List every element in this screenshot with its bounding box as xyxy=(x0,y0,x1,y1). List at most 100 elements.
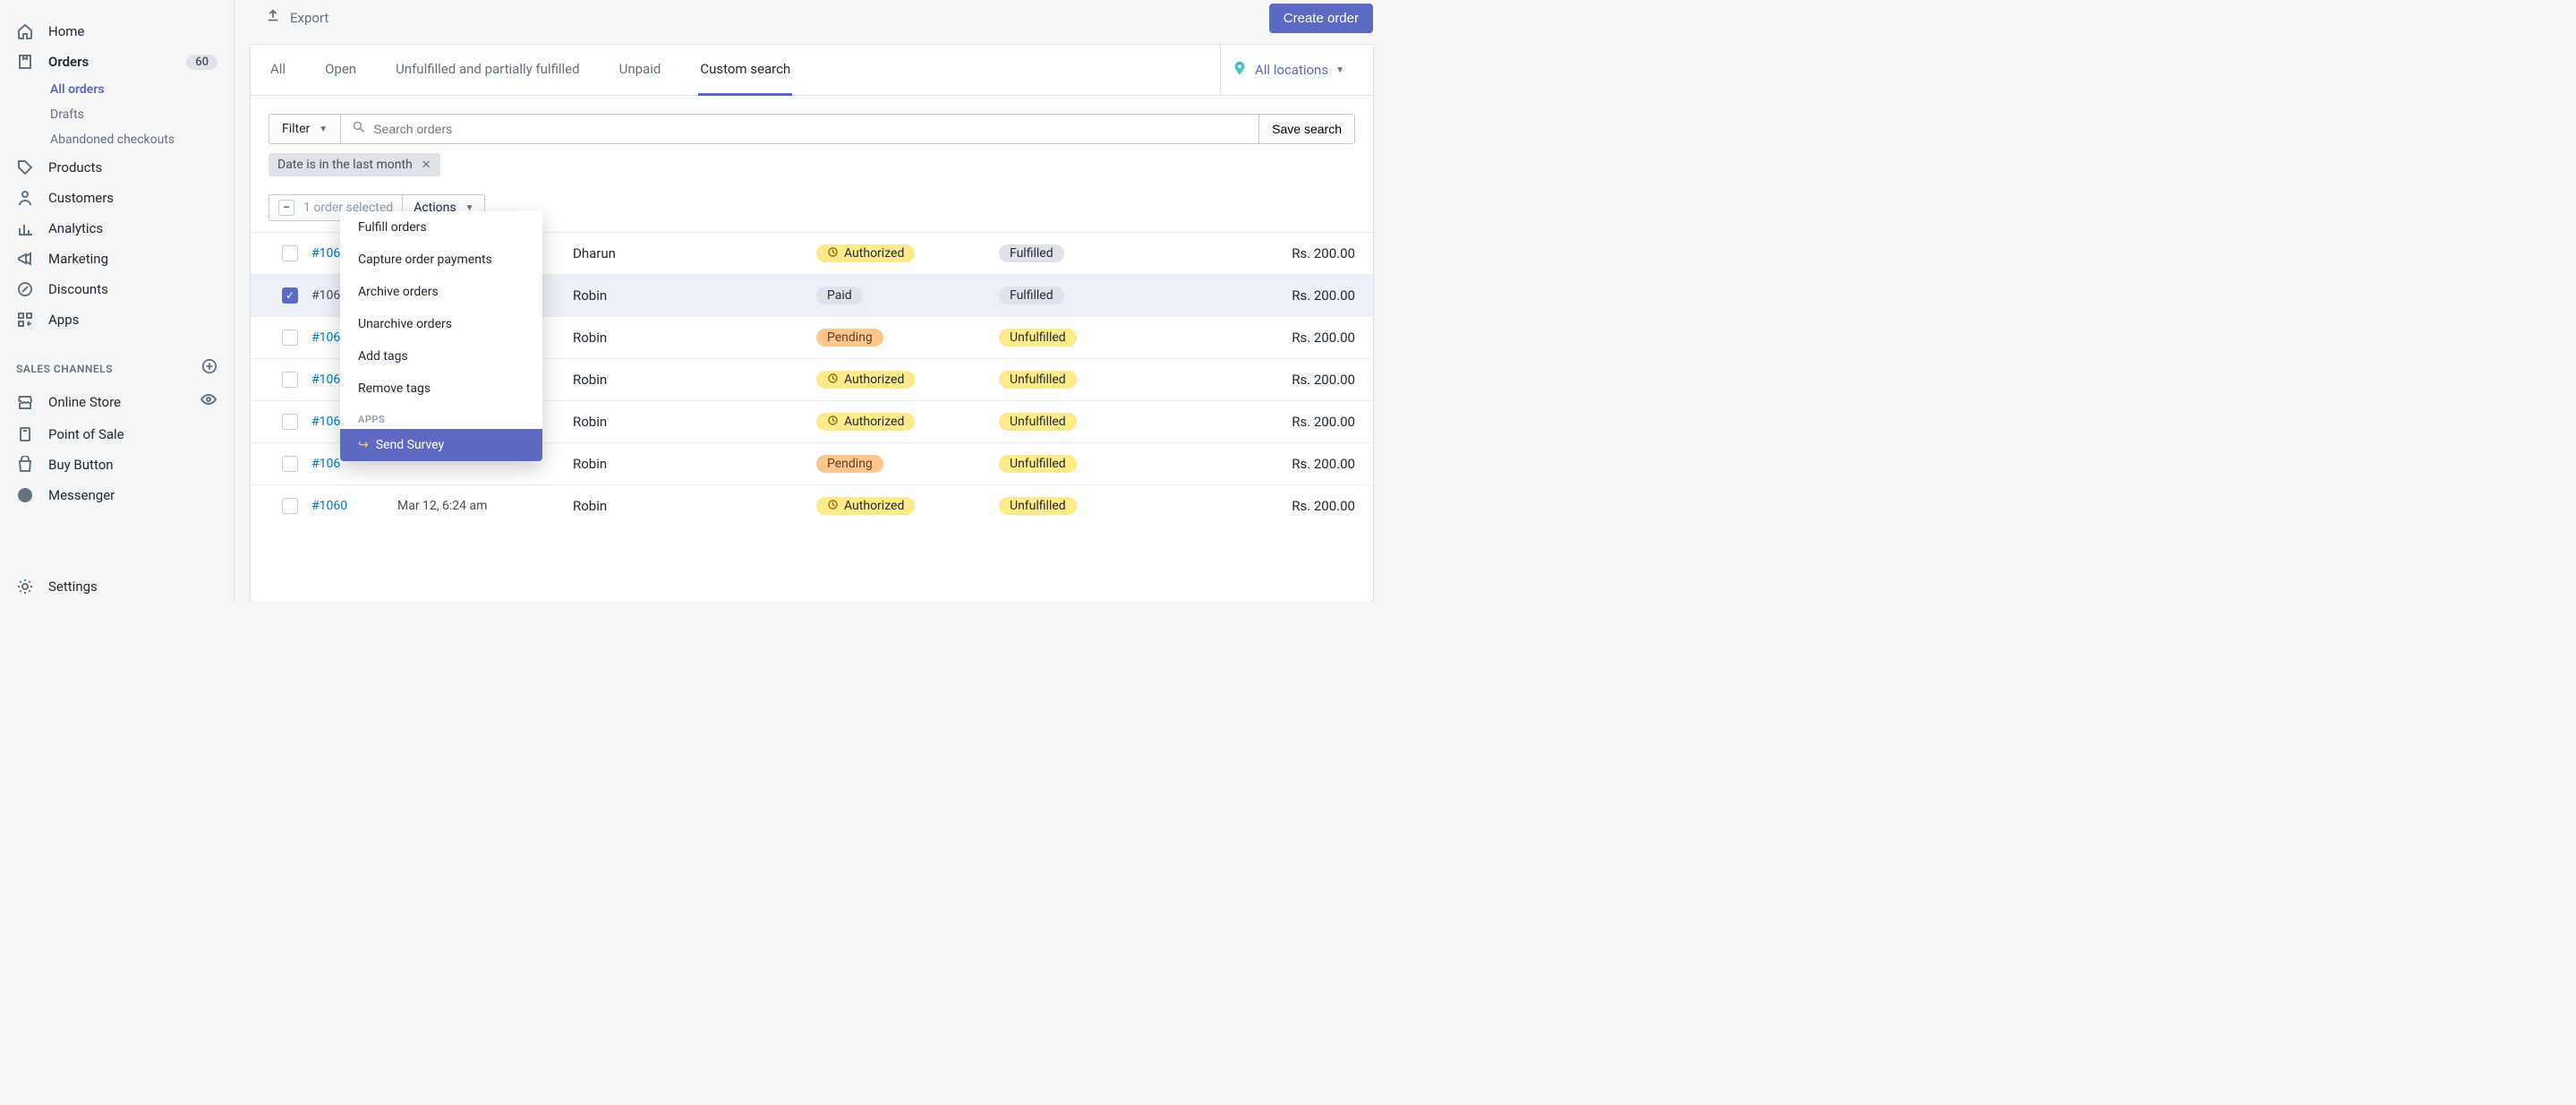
actions-menu: Fulfill orders Capture order payments Ar… xyxy=(340,211,542,461)
filter-token-label: Date is in the last month xyxy=(277,158,413,172)
order-date: Mar 12, 6:24 am xyxy=(397,499,573,513)
search-input[interactable] xyxy=(366,115,1248,143)
order-customer: Dharun xyxy=(573,245,816,261)
row-checkbox[interactable] xyxy=(282,498,298,514)
row-checkbox[interactable] xyxy=(282,245,298,261)
eye-icon[interactable] xyxy=(200,390,218,413)
nav-home[interactable]: Home xyxy=(0,16,234,47)
sidebar: Home Orders 60 All orders Drafts Abandon… xyxy=(0,0,235,602)
fulfillment-badge: Fulfilled xyxy=(999,287,1064,304)
filter-label: Filter xyxy=(282,122,310,136)
nav-marketing[interactable]: Marketing xyxy=(0,244,234,274)
nav-apps[interactable]: Apps xyxy=(0,304,234,335)
nav-products-label: Products xyxy=(48,159,218,176)
chevron-down-icon: ▼ xyxy=(1335,65,1344,75)
tab-all[interactable]: All xyxy=(269,45,287,96)
channel-messenger-label: Messenger xyxy=(48,487,218,503)
remove-filter-icon[interactable]: ✕ xyxy=(422,158,431,172)
locations-selector[interactable]: All locations ▼ xyxy=(1220,45,1355,95)
store-icon xyxy=(16,393,34,411)
order-id-link[interactable]: #1060 xyxy=(311,499,397,513)
nav-settings[interactable]: Settings xyxy=(0,571,234,602)
apps-icon xyxy=(16,311,34,329)
order-customer: Robin xyxy=(573,287,816,304)
fulfillment-badge: Unfulfilled xyxy=(999,329,1077,347)
row-checkbox[interactable] xyxy=(282,456,298,472)
bar-chart-icon xyxy=(16,219,34,237)
add-channel-icon[interactable] xyxy=(201,358,218,379)
save-search-button[interactable]: Save search xyxy=(1258,114,1355,144)
menu-unarchive-orders[interactable]: Unarchive orders xyxy=(340,308,542,340)
row-checkbox[interactable] xyxy=(282,330,298,346)
nav-customers-label: Customers xyxy=(48,190,218,206)
row-checkbox[interactable] xyxy=(282,372,298,388)
tab-unfulfilled[interactable]: Unfulfilled and partially fulfilled xyxy=(394,45,582,96)
channel-buy-button[interactable]: Buy Button xyxy=(0,450,234,480)
nav-customers[interactable]: Customers xyxy=(0,183,234,213)
indeterminate-checkbox[interactable]: − xyxy=(278,200,294,216)
menu-add-tags[interactable]: Add tags xyxy=(340,340,542,373)
order-customer: Robin xyxy=(573,456,816,472)
channel-messenger[interactable]: Messenger xyxy=(0,480,234,510)
export-icon xyxy=(265,8,281,28)
nav-products[interactable]: Products xyxy=(0,152,234,183)
tab-open[interactable]: Open xyxy=(323,45,358,96)
order-customer: Robin xyxy=(573,498,816,514)
channel-online-store[interactable]: Online Store xyxy=(0,384,234,419)
nav-analytics[interactable]: Analytics xyxy=(0,213,234,244)
channel-pos-label: Point of Sale xyxy=(48,426,218,442)
nav-discounts-label: Discounts xyxy=(48,281,218,297)
payment-badge: Pending xyxy=(816,455,883,473)
discount-icon xyxy=(16,280,34,298)
payment-badge: Paid xyxy=(816,287,863,304)
topbar: Export Create order xyxy=(235,0,1389,45)
subnav-drafts[interactable]: Drafts xyxy=(50,102,234,127)
messenger-icon xyxy=(16,486,34,504)
tab-custom-search[interactable]: Custom search xyxy=(698,45,792,96)
fulfillment-badge: Unfulfilled xyxy=(999,371,1077,389)
order-total: Rs. 200.00 xyxy=(1237,456,1355,472)
filter-token-date: Date is in the last month ✕ xyxy=(269,153,440,176)
menu-remove-tags[interactable]: Remove tags xyxy=(340,373,542,405)
fulfillment-badge: Unfulfilled xyxy=(999,413,1077,431)
fulfillment-badge: Unfulfilled xyxy=(999,455,1077,473)
nav-discounts[interactable]: Discounts xyxy=(0,274,234,304)
tag-icon xyxy=(16,158,34,176)
menu-send-survey-label: Send Survey xyxy=(376,438,444,452)
nav-orders[interactable]: Orders 60 xyxy=(0,47,234,77)
subnav-abandoned[interactable]: Abandoned checkouts xyxy=(50,127,234,152)
menu-fulfill-orders[interactable]: Fulfill orders xyxy=(340,211,542,244)
order-total: Rs. 200.00 xyxy=(1237,372,1355,388)
megaphone-icon xyxy=(16,250,34,268)
table-row[interactable]: #1060Mar 12, 6:24 amRobinAuthorizedUnful… xyxy=(251,484,1373,527)
row-checkbox[interactable] xyxy=(282,287,298,304)
channel-pos[interactable]: Point of Sale xyxy=(0,419,234,450)
search-wrap xyxy=(341,114,1258,144)
order-total: Rs. 200.00 xyxy=(1237,414,1355,430)
menu-archive-orders[interactable]: Archive orders xyxy=(340,276,542,308)
payment-badge: Pending xyxy=(816,329,883,347)
menu-capture-payments[interactable]: Capture order payments xyxy=(340,244,542,276)
tabs-bar: All Open Unfulfilled and partially fulfi… xyxy=(251,45,1373,96)
order-customer: Robin xyxy=(573,330,816,346)
export-button[interactable]: Export xyxy=(265,8,328,28)
filter-button[interactable]: Filter ▼ xyxy=(269,114,341,144)
chevron-down-icon: ▼ xyxy=(319,124,328,134)
menu-send-survey[interactable]: ↪ Send Survey xyxy=(340,429,542,461)
export-label: Export xyxy=(290,10,328,26)
person-icon xyxy=(16,189,34,207)
order-customer: Robin xyxy=(573,372,816,388)
create-order-button[interactable]: Create order xyxy=(1269,4,1373,33)
channels-list: Online Store Point of Sale Buy Button xyxy=(0,384,234,510)
menu-apps-header: APPS xyxy=(340,405,542,429)
tab-unpaid[interactable]: Unpaid xyxy=(618,45,663,96)
nav-analytics-label: Analytics xyxy=(48,220,218,236)
nav-apps-label: Apps xyxy=(48,312,218,328)
search-icon xyxy=(352,120,366,138)
channel-online-store-label: Online Store xyxy=(48,394,200,410)
row-checkbox[interactable] xyxy=(282,414,298,430)
payment-badge: Authorized xyxy=(816,497,915,515)
location-pin-icon xyxy=(1232,60,1248,80)
nav-home-label: Home xyxy=(48,23,218,39)
subnav-all-orders[interactable]: All orders xyxy=(50,77,234,102)
